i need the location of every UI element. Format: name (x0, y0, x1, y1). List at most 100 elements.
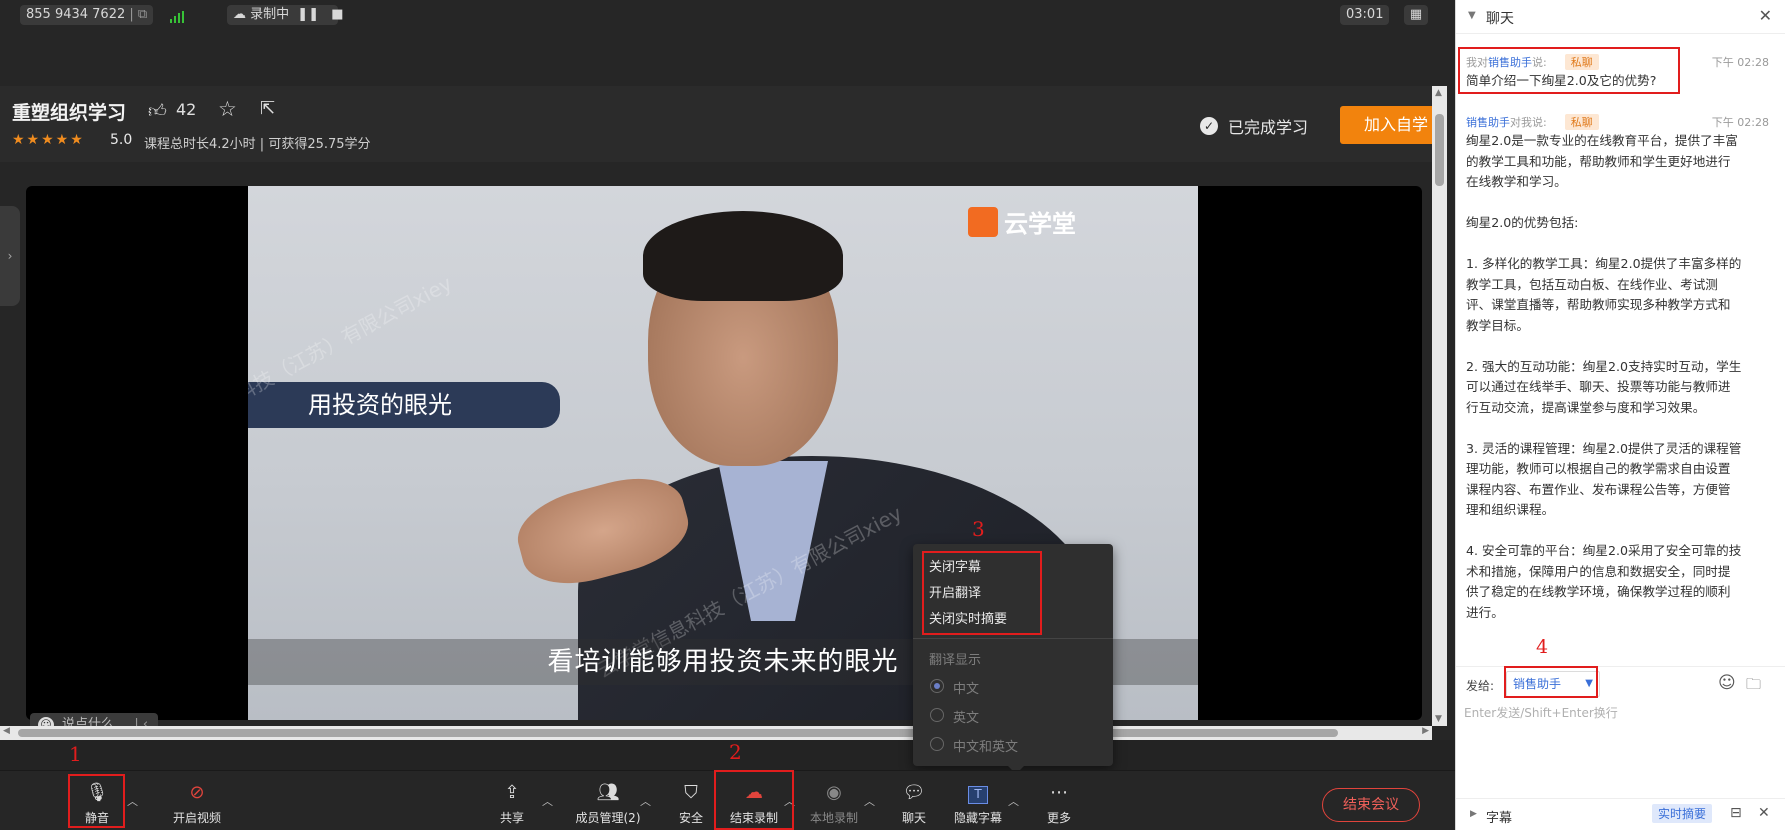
message-text: 绚星2.0是一款专业的在线教育平台，提供了丰富的教学工具和功能，帮助教师和学生更… (1466, 133, 1742, 620)
captions-options-caret[interactable]: ︿ (1008, 793, 1019, 809)
video-off-icon: ⊘ (189, 782, 205, 803)
rating-value: 5.0 (110, 132, 133, 148)
chat-label: 聊天 (901, 811, 926, 825)
annotation-1: 1 (69, 742, 82, 766)
local-recording-label: 本地录制 (809, 811, 858, 825)
translation-display-label: 翻译显示 (929, 653, 982, 668)
video-player[interactable]: 用投资的眼光 云学堂 云学堂信息科技（江苏）有限公司xiey 云学堂信息科技（江… (26, 186, 1422, 720)
share-button[interactable]: ⇪ 共享 (476, 781, 548, 826)
expand-arrow-icon[interactable]: ▶ (1470, 809, 1477, 819)
message-time: 下午 02:28 (1711, 56, 1769, 69)
chat-panel: ▼ 聊天 ✕ 我对销售助手说: 私聊 下午 02:28 简单介绍一下绚星2.0及它… (1455, 0, 1785, 830)
vertical-scroll-thumb[interactable] (1435, 114, 1444, 186)
meeting-area: 855 9434 7622 | ⧉ ☁ 录制中 ❚❚ ■ 03:01 ▦ 重塑组… (0, 0, 1455, 830)
presenter-hair (643, 211, 843, 301)
message-sender[interactable]: 销售助手 (1466, 116, 1510, 129)
pause-icon[interactable]: ❚❚ (297, 7, 319, 22)
meeting-timer: 03:01 (1340, 5, 1390, 25)
rating-stars: ★★★★★ (12, 132, 85, 148)
shared-course-page: 重塑组织学习 👍︎ 42 ☆ ⇱ ★★★★★ 5.0 课程总时长4.2小时 | … (0, 86, 1455, 740)
horizontal-scrollbar[interactable]: ◀ ▶ (0, 726, 1432, 740)
private-badge: 私聊 (1564, 114, 1599, 130)
members-button[interactable]: 👥︎ 成员管理(2) (566, 781, 650, 826)
annotation-4: 4 (1536, 636, 1549, 658)
chat-input[interactable] (1464, 704, 1774, 794)
local-recording-caret[interactable]: ︿ (864, 793, 875, 809)
hide-captions-label: 隐藏字幕 (953, 811, 1002, 825)
meeting-id: 855 9434 7622 (26, 7, 126, 22)
live-summary-button[interactable]: 实时摘要 (1652, 804, 1713, 823)
completed-status: ✓ 已完成学习 (1200, 114, 1308, 138)
vertical-scrollbar[interactable]: ▲ ▼ (1432, 86, 1447, 726)
scroll-left-icon[interactable]: ◀ (3, 726, 10, 736)
members-label: 成员管理(2) (575, 811, 641, 825)
caption-label: 字幕 (1486, 811, 1513, 826)
more-dots-icon: ⋯ (1050, 782, 1068, 803)
members-options-caret[interactable]: ︿ (640, 793, 651, 809)
side-expand-tab[interactable]: › (0, 206, 20, 306)
annotation-box-1 (68, 774, 125, 828)
hide-captions-button[interactable]: T 隐藏字幕 (942, 781, 1014, 826)
message-meta: 销售助手对我说: 私聊 (1466, 114, 1599, 130)
annotation-box-2 (714, 770, 794, 830)
chat-button[interactable]: 💬︎ 聊天 (878, 781, 950, 826)
annotation-box-message (1458, 47, 1680, 94)
course-title: 重塑组织学习 (12, 102, 127, 124)
radio-chinese[interactable] (930, 679, 944, 693)
completed-label: 已完成学习 (1228, 118, 1309, 137)
recording-label: 录制中 (250, 7, 290, 22)
share-screen-icon: ⇪ (504, 782, 520, 803)
caption-icon: T (942, 781, 1014, 805)
send-to-label: 发给: (1466, 679, 1495, 693)
like-count: 42 (176, 100, 197, 119)
chat-bubble-icon: 💬︎ (902, 782, 926, 803)
emoji-icon[interactable]: ☺ (1718, 673, 1736, 693)
chat-header: ▼ 聊天 ✕ (1456, 0, 1785, 34)
members-icon: 👥︎ (596, 782, 620, 803)
annotation-2: 2 (729, 740, 742, 764)
thumbs-up-icon[interactable]: 👍︎ (148, 100, 167, 122)
local-recording-button[interactable]: ◉ 本地录制 (798, 781, 870, 826)
recording-status: ☁ 录制中 ❚❚ ■ (227, 5, 344, 25)
chat-title: 聊天 (1486, 11, 1514, 27)
close-caption-icon[interactable]: ✕ (1758, 805, 1770, 821)
join-self-study-button[interactable]: 加入自学 (1340, 106, 1432, 144)
folder-icon[interactable]: 🗀 (1746, 674, 1761, 699)
signal-icon (170, 11, 184, 23)
start-video-label: 开启视频 (172, 811, 221, 825)
more-label: 更多 (1046, 811, 1071, 825)
collapse-arrow-icon[interactable]: ▼ (1468, 10, 1476, 21)
annotation-3: 3 (972, 517, 985, 541)
mute-options-caret[interactable]: ︿ (127, 793, 138, 809)
meeting-topbar: 855 9434 7622 | ⧉ ☁ 录制中 ❚❚ ■ 03:01 ▦ (0, 0, 1455, 86)
share-icon[interactable]: ⇱ (260, 98, 275, 119)
stop-icon[interactable]: ■ (331, 7, 343, 22)
scroll-up-icon[interactable]: ▲ (1435, 88, 1442, 98)
close-icon[interactable]: ✕ (1759, 6, 1772, 25)
cloud-icon: ☁ (233, 7, 246, 22)
minimize-icon[interactable]: ⊟ (1730, 805, 1742, 821)
option-english[interactable]: 英文 (953, 707, 979, 726)
radio-english[interactable] (930, 708, 944, 722)
radio-chinese-english[interactable] (930, 737, 944, 751)
calendar-icon[interactable]: ▦ (1404, 5, 1428, 25)
app-window: 855 9434 7622 | ⧉ ☁ 录制中 ❚❚ ■ 03:01 ▦ 重塑组… (0, 0, 1785, 830)
horizontal-scroll-thumb[interactable] (18, 729, 1338, 737)
scroll-right-icon[interactable]: ▶ (1422, 726, 1429, 736)
start-video-button[interactable]: ⊘ 开启视频 (161, 781, 233, 826)
scroll-down-icon[interactable]: ▼ (1435, 714, 1442, 724)
course-meta: 课程总时长4.2小时 | 可获得25.75学分 (144, 137, 371, 152)
option-chinese-english[interactable]: 中文和英文 (953, 736, 1018, 755)
meeting-id-pill[interactable]: 855 9434 7622 | ⧉ (20, 5, 154, 25)
annotation-box-3 (922, 551, 1042, 635)
copy-icon[interactable]: | ⧉ (129, 7, 147, 22)
message-time: 下午 02:28 (1711, 116, 1769, 129)
check-circle-icon: ✓ (1200, 117, 1218, 135)
record-dot-icon: ◉ (826, 782, 842, 803)
share-options-caret[interactable]: ︿ (542, 793, 553, 809)
option-chinese[interactable]: 中文 (953, 678, 979, 697)
end-meeting-button[interactable]: 结束会议 (1322, 788, 1420, 822)
more-button[interactable]: ⋯ 更多 (1023, 781, 1095, 826)
star-outline-icon[interactable]: ☆ (218, 97, 237, 121)
brand-name: 云学堂 (1004, 210, 1076, 238)
